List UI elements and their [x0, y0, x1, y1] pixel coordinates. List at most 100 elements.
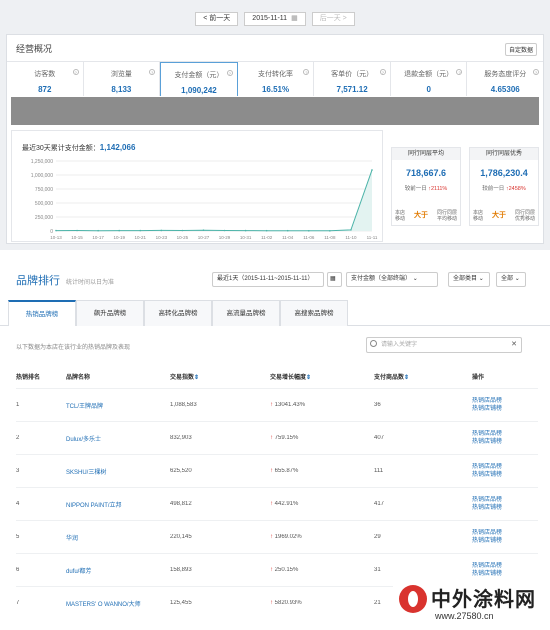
date-range-select[interactable]: 最近1天（2015-11-11~2015-11-11） — [212, 272, 324, 287]
data-point[interactable] — [55, 229, 57, 232]
kpi-label: 支付金额（元） — [174, 72, 224, 79]
column-header-label: 交易指数 — [170, 375, 195, 381]
hot-shops-link[interactable]: 热销店铺榜 — [472, 471, 538, 479]
hot-shops-link[interactable]: 热销店铺榜 — [472, 570, 538, 578]
column-header: 热销排名 — [16, 372, 66, 386]
data-point[interactable] — [286, 229, 289, 232]
tab-4[interactable]: 高流量品牌榜 — [212, 300, 280, 326]
column-header[interactable]: 交易指数⇕ — [170, 372, 270, 386]
compare-label: 较前一日 — [404, 186, 427, 192]
y-tick-label: 250,000 — [35, 215, 53, 221]
kpi-card[interactable]: 访客数 872? — [7, 62, 84, 96]
info-icon: ? — [72, 69, 79, 75]
greater-label: 大于 — [492, 212, 506, 219]
data-point[interactable] — [329, 230, 331, 232]
brand-name-link[interactable]: SKSHU/三棵树 — [66, 467, 170, 476]
brand-name-link[interactable]: 华润 — [66, 533, 170, 542]
rank-cell: 2 — [16, 435, 20, 441]
rank-cell: 4 — [16, 501, 20, 507]
kpi-card[interactable]: 支付金额（元） 1,090,242? — [160, 62, 238, 96]
kpi-value: 8,133 — [111, 85, 132, 94]
sort-icon[interactable]: ⇕ — [404, 375, 409, 381]
data-point[interactable] — [202, 229, 205, 232]
brand-name-link[interactable]: dufu/都芳 — [66, 566, 170, 575]
hot-items-link[interactable]: 热销店品榜 — [472, 463, 538, 471]
table-row: 2 Dulux/多乐士 832,903 ↑ 759.15% 407 热销店品榜 热销店铺榜 — [16, 421, 538, 454]
kpi-label: 浏览量 — [110, 71, 132, 78]
data-point[interactable] — [308, 229, 310, 232]
foot-left: 本店 移动 — [473, 210, 484, 222]
sort-icon[interactable]: ⇕ — [194, 375, 199, 381]
index-cell: 498,812 — [170, 501, 192, 507]
tab-1[interactable]: 热销品牌榜 — [8, 300, 76, 326]
hot-items-link[interactable]: 热销店品榜 — [472, 562, 538, 570]
column-header-label: 热销排名 — [16, 375, 41, 381]
kpi-card[interactable]: 退款金额（元） 0? — [391, 62, 468, 96]
x-tick-label: 11-02 — [261, 235, 273, 240]
calendar-button[interactable]: ▦ — [327, 272, 342, 287]
prev-day-button[interactable]: < 前一天 — [195, 12, 239, 26]
data-point[interactable] — [371, 169, 373, 171]
series-area — [56, 169, 372, 231]
terminal-select[interactable]: 支付金额（全部终端） ⌄ — [346, 272, 438, 287]
brand-ranking-subtitle: 统计时间以日为准 — [66, 280, 115, 286]
y-tick-label: 500,000 — [35, 201, 53, 207]
hot-items-link[interactable]: 热销店品榜 — [472, 430, 538, 438]
data-point[interactable] — [76, 229, 78, 232]
hot-items-link[interactable]: 热销店品榜 — [472, 496, 538, 504]
hot-items-link[interactable]: 热销店品榜 — [472, 397, 538, 405]
count-cell: 111 — [374, 468, 384, 474]
kpi-label: 服务态度评分 — [484, 71, 527, 78]
data-point[interactable] — [223, 229, 226, 232]
kpi-card[interactable]: 服务态度评分 4.65306? — [467, 62, 543, 96]
data-point[interactable] — [244, 229, 247, 232]
rank-cell: 6 — [16, 567, 20, 573]
y-tick-label: 750,000 — [35, 187, 53, 193]
x-tick-label: 10-19 — [113, 235, 125, 240]
brand-name-link[interactable]: Dulux/多乐士 — [66, 434, 170, 443]
hot-shops-link[interactable]: 热销店铺榜 — [472, 504, 538, 512]
sort-icon[interactable]: ⇕ — [306, 375, 311, 381]
data-point[interactable] — [181, 229, 184, 232]
hot-shops-link[interactable]: 热销店铺榜 — [472, 537, 538, 545]
hot-shops-link[interactable]: 热销店铺榜 — [472, 405, 538, 413]
kpi-card[interactable]: 客单价（元） 7,571.12? — [314, 62, 391, 96]
date-picker[interactable]: 2015-11-11 ▦ — [244, 12, 306, 26]
kpi-row: 访客数 872? 浏览量 8,133? 支付金额（元） 1,090,242? 支付转化率 16… — [7, 61, 543, 96]
brand-name-link[interactable]: MASTERS' O WANNO/大师 — [66, 599, 170, 608]
rank-cell: 3 — [16, 468, 20, 474]
operations-cell: 热销店品榜热销店铺榜 — [472, 397, 538, 413]
column-header[interactable]: 支付商品数⇕ — [374, 372, 472, 386]
next-day-button[interactable]: 后一天 > — [311, 12, 355, 26]
tab-2[interactable]: 飙升品牌榜 — [76, 300, 144, 326]
tab-5[interactable]: 高搜索品牌榜 — [280, 300, 348, 326]
brand-name-link[interactable]: TCL/王牌品牌 — [66, 401, 170, 410]
brand-name-link[interactable]: NIPPON PAINT/立邦 — [66, 500, 170, 509]
data-point[interactable] — [160, 229, 163, 232]
kpi-label: 访客数 — [34, 71, 56, 78]
hot-items-link[interactable]: 热销店品榜 — [472, 529, 538, 537]
all-select[interactable]: 全部 ⌄ — [496, 272, 526, 287]
kpi-card[interactable]: 支付转化率 16.51%? — [238, 62, 315, 96]
category-select[interactable]: 全部类目 ⌄ — [448, 272, 490, 287]
close-icon[interactable]: ✕ — [511, 338, 517, 352]
data-point[interactable] — [97, 229, 99, 232]
growth-cell: ↑ 655.87% — [270, 468, 374, 474]
custom-data-button[interactable]: 自定数据 — [504, 43, 537, 56]
hot-shops-link[interactable]: 热销店铺榜 — [472, 438, 538, 446]
kpi-card[interactable]: 浏览量 8,133? — [84, 62, 161, 96]
column-header[interactable]: 交易增长幅度⇕ — [270, 372, 374, 386]
data-point[interactable] — [139, 229, 142, 232]
data-point[interactable] — [350, 229, 352, 231]
kpi-value: 16.51% — [261, 85, 290, 94]
data-point[interactable] — [265, 229, 268, 232]
column-header: 品牌名称 — [66, 372, 170, 386]
x-tick-label: 10-23 — [156, 235, 168, 240]
tab-3[interactable]: 高转化品牌榜 — [144, 300, 212, 326]
logo-icon — [399, 585, 427, 613]
data-point[interactable] — [118, 229, 120, 232]
operations-cell: 热销店品榜热销店铺榜 — [472, 463, 538, 479]
growth-value: 13041.43% — [274, 402, 306, 408]
x-tick-label: 10-15 — [71, 235, 83, 240]
search-input[interactable]: 请输入关键字 ✕ — [366, 337, 522, 353]
